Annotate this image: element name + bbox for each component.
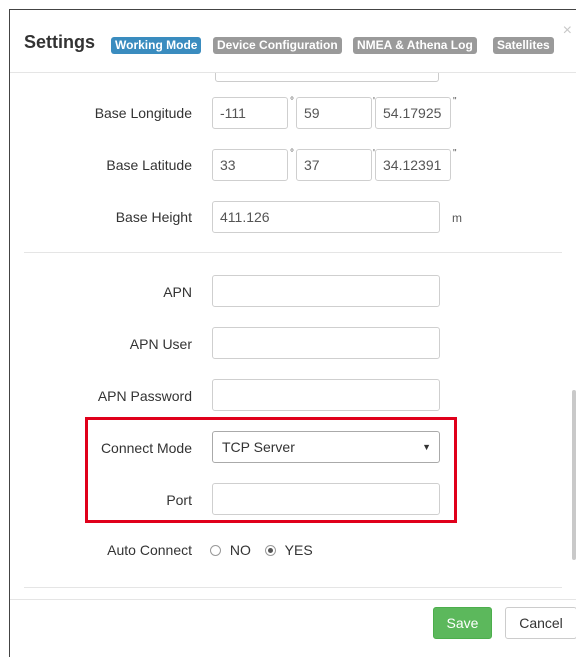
tab-satellites[interactable]: Satellites bbox=[493, 37, 554, 54]
apn-password-input[interactable] bbox=[212, 379, 440, 411]
tab-nmea-athena-log[interactable]: NMEA & Athena Log bbox=[353, 37, 477, 54]
base-height-label: Base Height bbox=[115, 209, 192, 225]
base-height-unit: m bbox=[452, 211, 462, 225]
degree-symbol: ° bbox=[290, 96, 294, 107]
base-longitude-min-input[interactable]: 59 bbox=[296, 97, 372, 129]
base-longitude-deg-input[interactable]: -111 bbox=[212, 97, 288, 129]
modal-footer: Save Cancel bbox=[10, 599, 576, 657]
apn-user-label: APN User bbox=[129, 336, 192, 352]
apn-label: APN bbox=[163, 284, 192, 300]
base-latitude-sec-input[interactable]: 34.12391 bbox=[375, 149, 451, 181]
settings-modal: Settings Working Mode Device Configurati… bbox=[9, 9, 576, 657]
close-icon[interactable]: × bbox=[563, 22, 572, 40]
scrolled-input[interactable] bbox=[215, 72, 439, 82]
annotation-highlight-box bbox=[85, 417, 457, 523]
second-symbol: " bbox=[453, 96, 457, 107]
base-latitude-label: Base Latitude bbox=[106, 157, 192, 173]
save-button[interactable]: Save bbox=[433, 607, 492, 639]
section-divider bbox=[24, 587, 562, 588]
modal-title: Settings bbox=[24, 32, 96, 52]
radio-yes[interactable] bbox=[264, 545, 276, 556]
base-latitude-min-input[interactable]: 37 bbox=[296, 149, 372, 181]
scrollbar[interactable] bbox=[572, 390, 576, 560]
base-height-input[interactable]: 411.126 bbox=[212, 201, 440, 233]
degree-symbol: ° bbox=[290, 148, 294, 159]
base-latitude-deg-input[interactable]: 33 bbox=[212, 149, 288, 181]
base-longitude-label: Base Longitude bbox=[94, 105, 192, 121]
tab-device-configuration[interactable]: Device Configuration bbox=[213, 37, 342, 54]
section-divider bbox=[24, 252, 562, 253]
radio-yes-label: YES bbox=[284, 542, 313, 558]
cancel-button[interactable]: Cancel bbox=[505, 607, 576, 639]
apn-user-input[interactable] bbox=[212, 327, 440, 359]
second-symbol: " bbox=[453, 148, 457, 159]
auto-connect-label: Auto Connect bbox=[107, 542, 192, 558]
auto-connect-radio-group: NO YES bbox=[210, 542, 313, 558]
tab-working-mode[interactable]: Working Mode bbox=[111, 37, 202, 54]
radio-no-label: NO bbox=[229, 542, 251, 558]
apn-password-label: APN Password bbox=[97, 388, 192, 404]
radio-no[interactable] bbox=[210, 545, 221, 556]
modal-header: Settings Working Mode Device Configurati… bbox=[10, 10, 576, 73]
base-longitude-sec-input[interactable]: 54.17925 bbox=[375, 97, 451, 129]
apn-input[interactable] bbox=[212, 275, 440, 307]
